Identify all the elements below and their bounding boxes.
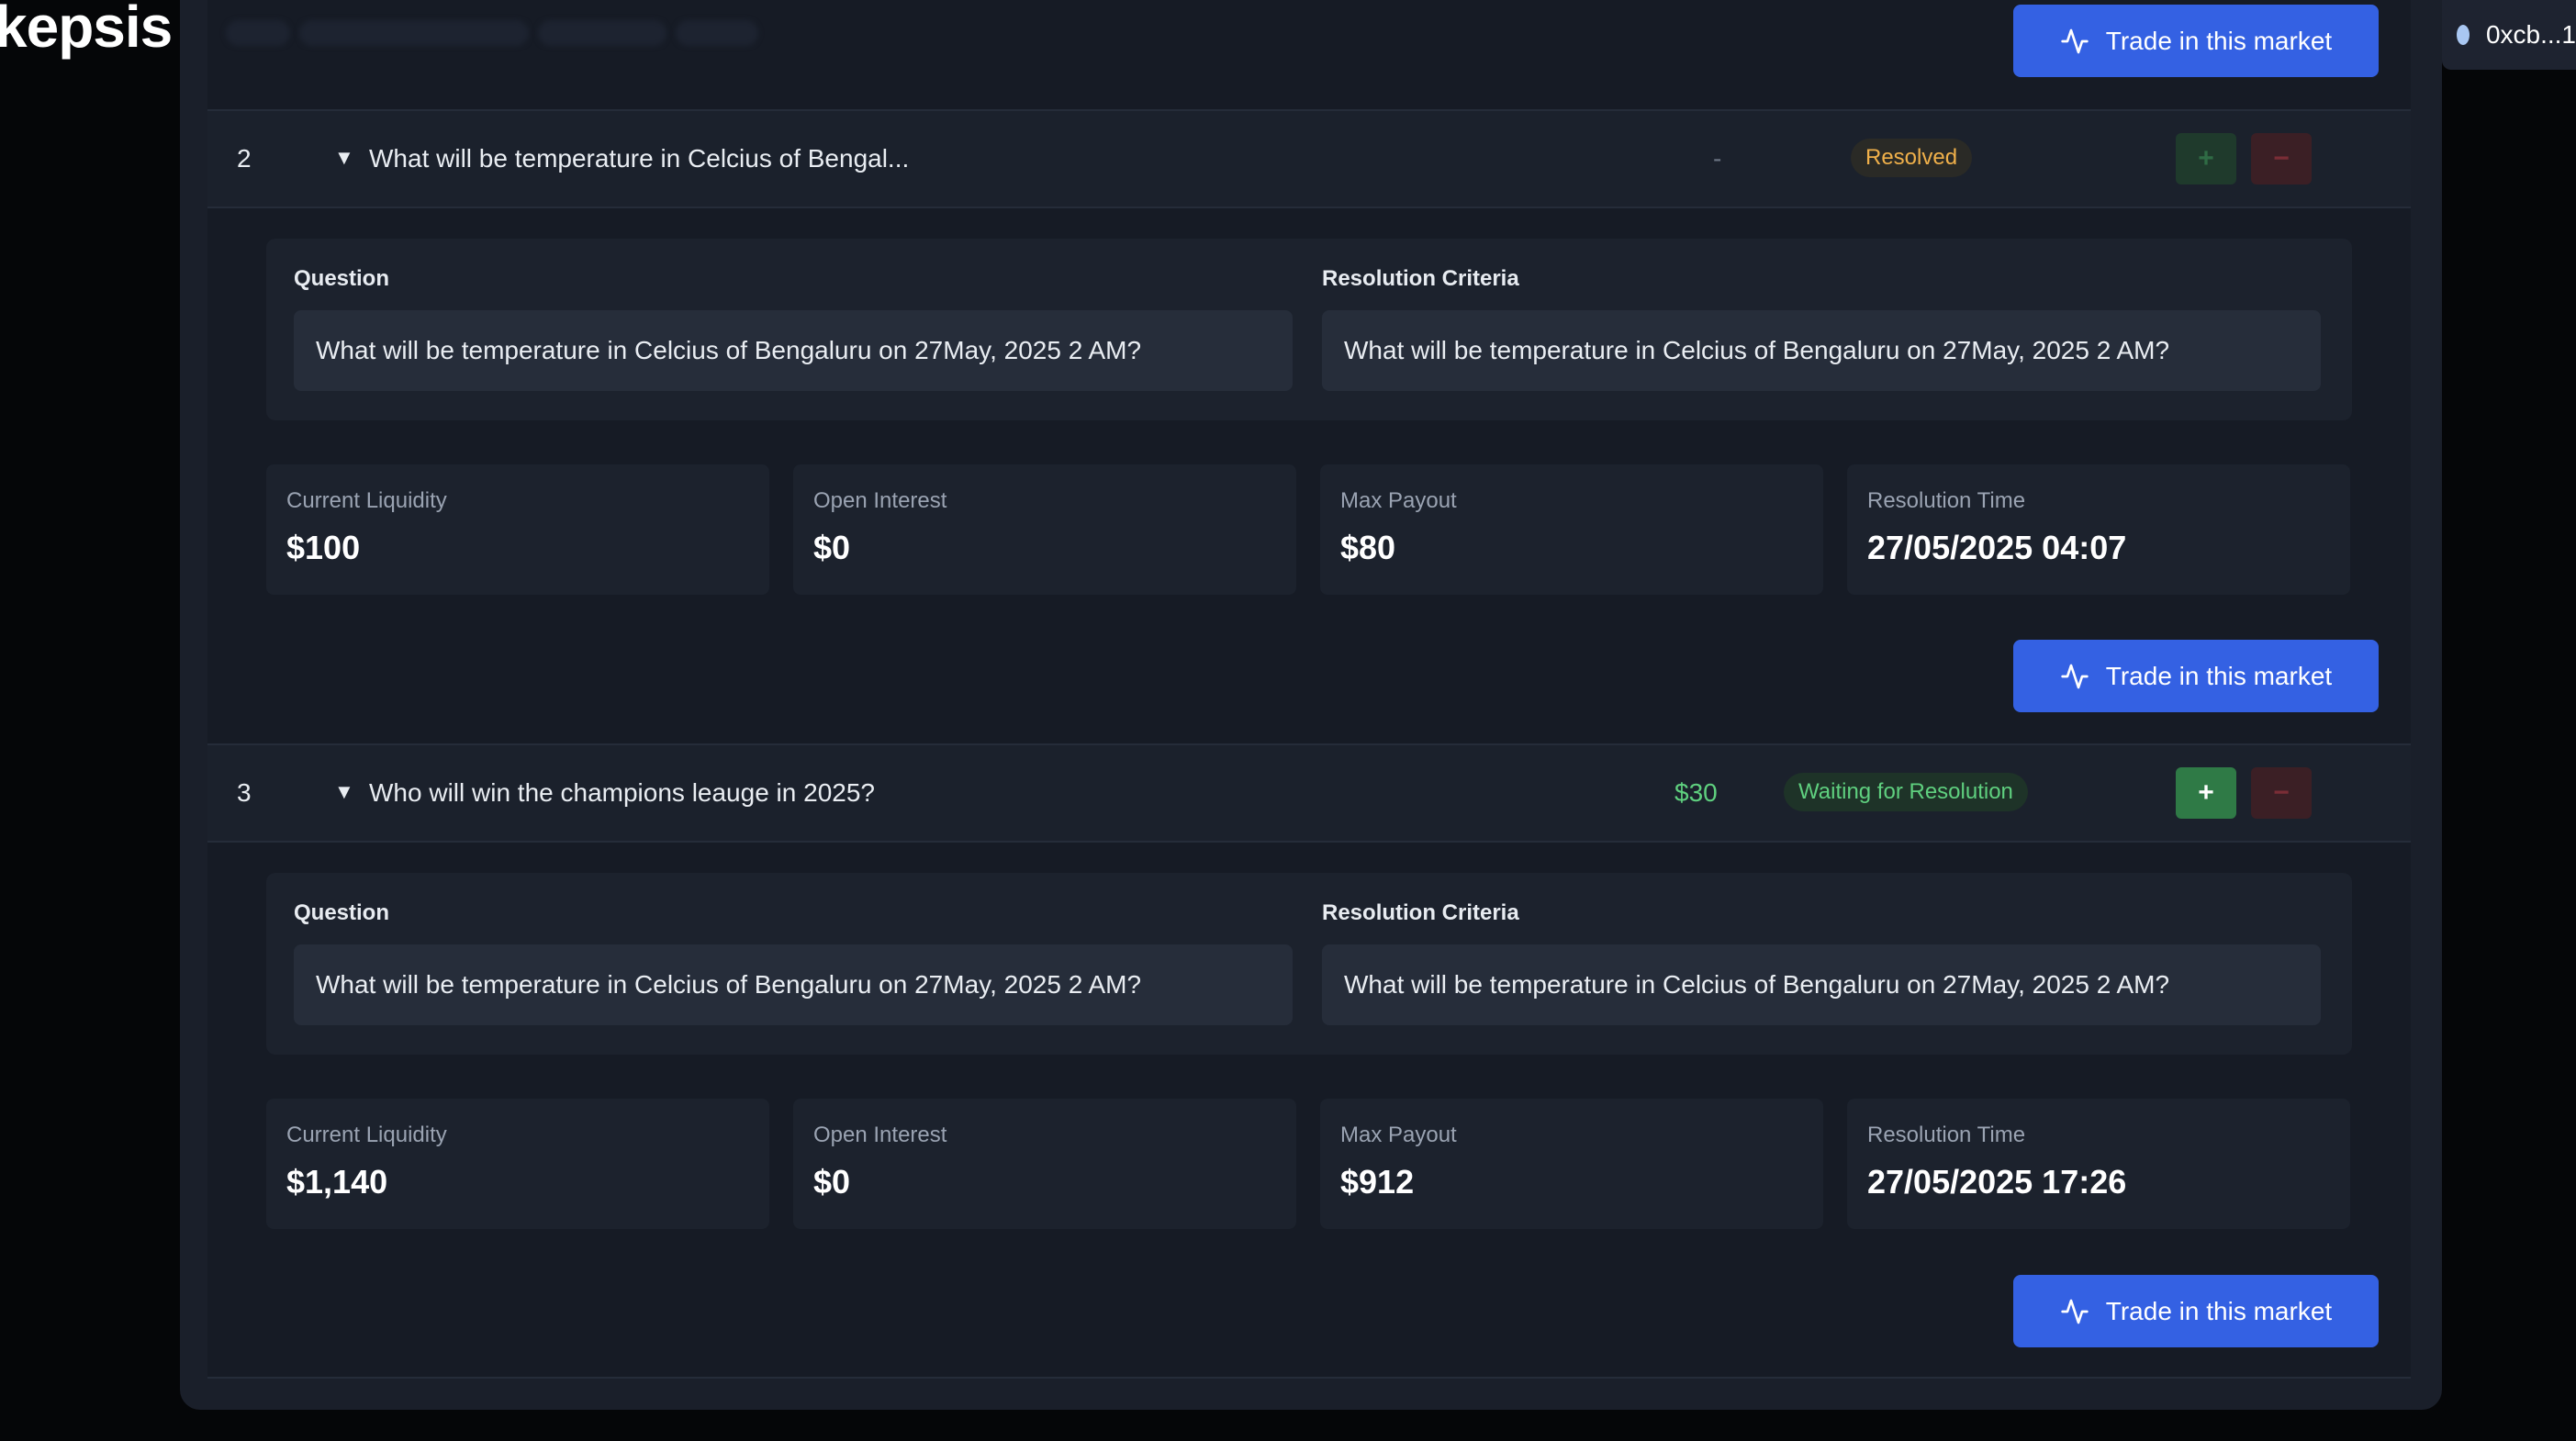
market-index: 3 xyxy=(237,778,252,807)
market-row[interactable]: 3 ▼ Who will win the champions leauge in… xyxy=(207,743,2411,843)
stat-value: $1,140 xyxy=(286,1163,388,1201)
remove-position-button[interactable]: − xyxy=(2251,133,2312,184)
stat-label: Resolution Time xyxy=(1867,488,2026,513)
stat-value: $100 xyxy=(286,529,361,566)
stat-resolution-time: Resolution Time 27/05/2025 04:07 xyxy=(1847,464,2350,595)
stat-max-payout: Max Payout $912 xyxy=(1320,1099,1823,1229)
question-label: Question xyxy=(294,900,390,925)
stat-label: Current Liquidity xyxy=(286,488,447,513)
add-position-button[interactable]: + xyxy=(2176,767,2236,819)
wallet-status-dot xyxy=(2457,25,2470,45)
activity-icon xyxy=(2061,1299,2089,1324)
activity-icon xyxy=(2061,664,2089,688)
market-info-box: Question What will be temperature in Cel… xyxy=(266,239,2352,420)
remove-position-button[interactable]: − xyxy=(2251,767,2312,819)
status-badge: Waiting for Resolution xyxy=(1784,773,2028,811)
question-text: What will be temperature in Celcius of B… xyxy=(294,944,1293,1025)
stat-open-interest: Open Interest $0 xyxy=(793,464,1296,595)
market-amount: $30 xyxy=(1674,778,1718,807)
app-logo[interactable]: kepsis xyxy=(0,0,173,61)
stat-label: Open Interest xyxy=(813,488,947,513)
resolution-criteria-text: What will be temperature in Celcius of B… xyxy=(1322,944,2321,1025)
stat-value: 27/05/2025 17:26 xyxy=(1867,1163,2127,1201)
market-amount: - xyxy=(1713,144,1722,173)
expand-toggle-icon[interactable]: ▼ xyxy=(334,780,354,804)
question-text: What will be temperature in Celcius of B… xyxy=(294,310,1293,391)
trade-button-label: Trade in this market xyxy=(2105,661,2333,690)
resolution-criteria-label: Resolution Criteria xyxy=(1322,900,1519,925)
question-label: Question xyxy=(294,266,390,291)
trade-in-market-button[interactable]: Trade in this market xyxy=(2013,1275,2379,1347)
wallet-address: 0xcb...1 xyxy=(2485,20,2576,49)
market-row[interactable]: 2 ▼ What will be temperature in Celcius … xyxy=(207,109,2411,208)
stat-value: 27/05/2025 04:07 xyxy=(1867,529,2127,566)
stat-value: $912 xyxy=(1340,1163,1415,1201)
market-title: Who will win the champions leauge in 202… xyxy=(369,778,875,807)
stat-label: Current Liquidity xyxy=(286,1123,447,1147)
stat-label: Open Interest xyxy=(813,1123,947,1147)
stat-resolution-time: Resolution Time 27/05/2025 17:26 xyxy=(1847,1099,2350,1229)
stat-label: Max Payout xyxy=(1340,1123,1457,1147)
previous-market-details-faded xyxy=(226,9,795,57)
stat-value: $0 xyxy=(813,1163,851,1201)
wallet-button[interactable]: 0xcb...1 xyxy=(2442,0,2576,70)
markets-panel: Trade in this market 2 ▼ What will be te… xyxy=(180,0,2442,1410)
stat-current-liquidity: Current Liquidity $100 xyxy=(266,464,769,595)
stat-label: Max Payout xyxy=(1340,488,1457,513)
activity-icon xyxy=(2061,28,2089,53)
stat-value: $0 xyxy=(813,529,851,566)
market-index: 2 xyxy=(237,144,252,173)
resolution-criteria-label: Resolution Criteria xyxy=(1322,266,1519,291)
markets-table: Trade in this market 2 ▼ What will be te… xyxy=(207,0,2411,1379)
stat-current-liquidity: Current Liquidity $1,140 xyxy=(266,1099,769,1229)
market-info-box: Question What will be temperature in Cel… xyxy=(266,873,2352,1055)
trade-button-label: Trade in this market xyxy=(2105,26,2333,55)
trade-in-market-button[interactable]: Trade in this market xyxy=(2013,640,2379,712)
status-badge: Resolved xyxy=(1851,139,1973,177)
table-bottom-divider xyxy=(207,1377,2411,1379)
stat-value: $80 xyxy=(1340,529,1396,566)
add-position-button[interactable]: + xyxy=(2176,133,2236,184)
stat-max-payout: Max Payout $80 xyxy=(1320,464,1823,595)
expand-toggle-icon[interactable]: ▼ xyxy=(334,146,354,170)
stat-open-interest: Open Interest $0 xyxy=(793,1099,1296,1229)
trade-button-label: Trade in this market xyxy=(2105,1296,2333,1325)
resolution-criteria-text: What will be temperature in Celcius of B… xyxy=(1322,310,2321,391)
market-title: What will be temperature in Celcius of B… xyxy=(369,144,910,173)
stat-label: Resolution Time xyxy=(1867,1123,2026,1147)
trade-in-market-button[interactable]: Trade in this market xyxy=(2013,5,2379,77)
